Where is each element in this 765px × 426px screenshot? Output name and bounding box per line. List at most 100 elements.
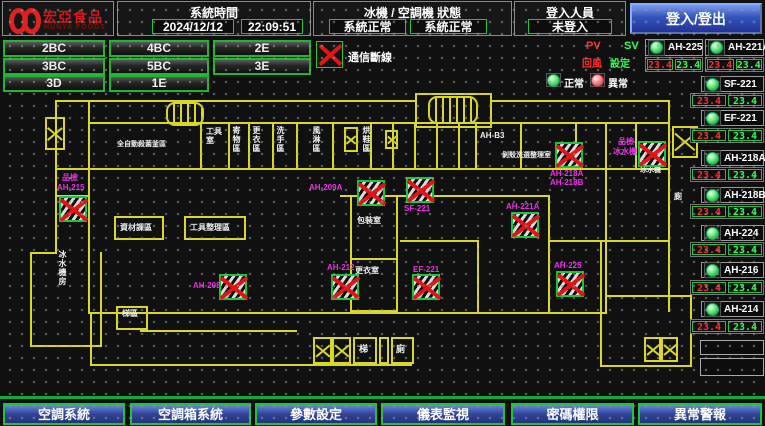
- unit-ah-225[interactable]: AH-225: [645, 39, 703, 56]
- brand-logo-icon: [7, 5, 41, 35]
- floor-button-1e[interactable]: 1E: [109, 75, 209, 92]
- unit-led-icon: [704, 150, 721, 166]
- wall: [635, 122, 637, 168]
- wall: [600, 365, 692, 367]
- unit-ah-214[interactable]: AH-214: [701, 301, 764, 317]
- elevator-icon: [332, 337, 351, 364]
- elevator-icon: [644, 337, 661, 362]
- equipment-label: AH-218A: [550, 169, 583, 178]
- unit-ah-216[interactable]: AH-216: [701, 262, 764, 278]
- unit-name: EF-221: [724, 113, 757, 124]
- wall: [30, 252, 32, 345]
- unit-values: 23.4 23.4: [690, 128, 764, 143]
- alarm-equipment-icon[interactable]: [357, 180, 385, 206]
- alarm-equipment-icon[interactable]: [511, 212, 539, 238]
- unit-ah-221a[interactable]: AH-221A: [705, 39, 764, 56]
- unit-ef-221[interactable]: EF-221: [701, 110, 764, 126]
- room-label: 全自動殺菌釜區: [117, 140, 166, 149]
- wall: [492, 100, 670, 102]
- equipment-label: 品檢: [618, 137, 634, 146]
- equipment-label: AH-209A: [309, 183, 342, 192]
- equipment-label: 品檢: [62, 173, 78, 182]
- room-label: 廁: [396, 345, 405, 354]
- equipment-label: AH-221A: [506, 202, 539, 211]
- equipment-label: AH-215: [57, 183, 85, 192]
- pv-value: 23.4: [707, 59, 734, 70]
- sv-value: 23.4: [675, 59, 701, 70]
- ahu-status-value: 系統正常: [410, 19, 487, 34]
- wall: [477, 240, 479, 312]
- unit-led-icon: [704, 187, 721, 203]
- nav-button-password[interactable]: 密碼權限: [511, 403, 634, 425]
- wall: [30, 252, 57, 254]
- floor-button-3e[interactable]: 3E: [213, 58, 311, 75]
- nav-button-parameters[interactable]: 參數設定: [255, 403, 377, 425]
- shaft-x-icon: [344, 127, 358, 152]
- empty-slot: [700, 340, 764, 355]
- wall: [248, 122, 250, 168]
- alarm-equipment-icon[interactable]: [555, 142, 583, 168]
- unit-values: 23.4 23.4: [645, 57, 703, 72]
- wall: [332, 122, 334, 168]
- wall: [605, 295, 690, 297]
- alarm-equipment-icon[interactable]: [331, 274, 359, 300]
- alarm-equipment-icon[interactable]: [219, 274, 247, 300]
- floor-button-3d[interactable]: 3D: [3, 75, 105, 92]
- wall: [400, 240, 479, 242]
- unit-ah-218b[interactable]: AH-218B: [701, 187, 764, 203]
- wall: [88, 312, 607, 314]
- alarm-equipment-icon[interactable]: [59, 196, 87, 222]
- nav-button-alarms[interactable]: 異常警報: [638, 403, 762, 425]
- equipment-label: EF-221: [413, 265, 439, 274]
- pv-value: 23.4: [692, 321, 726, 332]
- sv-value: 23.4: [728, 282, 762, 293]
- wall: [548, 240, 607, 242]
- unit-led-icon: [704, 110, 721, 126]
- unit-values: 23.4 23.4: [690, 280, 764, 295]
- pv-value: 23.4: [692, 169, 726, 180]
- pv-value: 23.4: [692, 282, 726, 293]
- floor-button-4bc[interactable]: 4BC: [109, 40, 209, 57]
- sv-name-label: 設定: [610, 55, 630, 70]
- alarm-equipment-icon[interactable]: [406, 177, 434, 203]
- wall: [458, 122, 460, 168]
- unit-ah-218a[interactable]: AH-218A: [701, 150, 764, 166]
- unit-name: AH-218B: [724, 190, 765, 201]
- nav-button-ahu-system[interactable]: 空調箱系統: [130, 403, 251, 425]
- sv-value: 23.4: [736, 59, 763, 70]
- room-label: 廁: [674, 192, 682, 201]
- floor-button-2e[interactable]: 2E: [213, 40, 311, 57]
- nav-button-meters[interactable]: 儀表監視: [381, 403, 505, 425]
- unit-values: 23.4 23.4: [690, 204, 764, 219]
- floor-button-2bc[interactable]: 2BC: [3, 40, 105, 57]
- alarm-equipment-icon[interactable]: [556, 271, 584, 297]
- sv-value: 23.4: [728, 244, 762, 255]
- nav-button-hvac-system[interactable]: 空調系統: [3, 403, 125, 425]
- alarm-equipment-icon[interactable]: [412, 274, 440, 300]
- wall: [350, 258, 398, 260]
- sv-value: 23.4: [728, 206, 762, 217]
- floor-button-3bc[interactable]: 3BC: [3, 58, 105, 75]
- wall: [90, 312, 92, 366]
- stairs-icon: [428, 96, 478, 124]
- sv-value: 23.4: [728, 95, 762, 106]
- pv-value: 23.4: [647, 59, 673, 70]
- unit-name: AH-218A: [724, 153, 765, 164]
- alarm-equipment-icon[interactable]: [638, 141, 666, 167]
- brand-subtitle: HUNYA FOODS: [44, 24, 106, 31]
- system-time-value: 22:09:51: [241, 19, 303, 34]
- elevator-icon: [313, 337, 332, 364]
- wall: [100, 252, 102, 345]
- empty-slot: [700, 358, 764, 376]
- floor-button-5bc[interactable]: 5BC: [109, 58, 209, 75]
- unit-name: AH-224: [724, 228, 758, 239]
- pv-value: 23.4: [692, 95, 726, 106]
- unit-values: 23.4 23.4: [690, 242, 764, 257]
- wall: [548, 195, 550, 312]
- unit-led-icon: [708, 40, 725, 56]
- unit-ah-224[interactable]: AH-224: [701, 225, 764, 241]
- room-label: 烘鞋區: [362, 126, 371, 168]
- unit-sf-221[interactable]: SF-221: [701, 76, 764, 92]
- unit-name: AH-216: [724, 265, 758, 276]
- login-logout-button[interactable]: 登入/登出: [630, 3, 762, 34]
